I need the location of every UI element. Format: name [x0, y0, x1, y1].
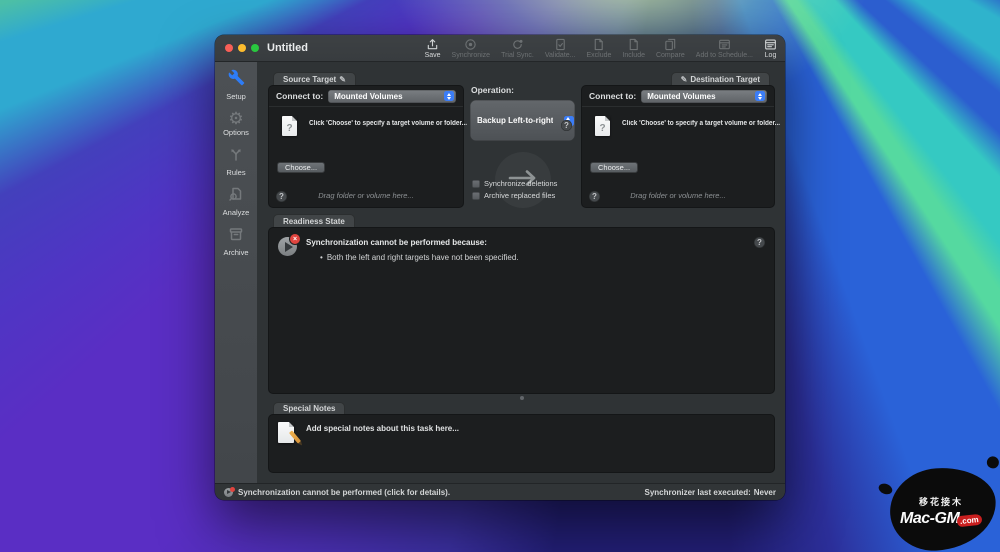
- readiness-help-button[interactable]: ?: [754, 237, 765, 248]
- branch-icon: [228, 146, 244, 167]
- watermark-cjk-text: 移花接木: [900, 495, 982, 508]
- edit-pencil-icon[interactable]: ✎: [681, 75, 688, 84]
- splitter-handle-icon: [520, 396, 524, 400]
- save-button[interactable]: Save: [425, 38, 441, 59]
- checkbox-icon: [472, 192, 480, 200]
- sidebar-item-options[interactable]: ⚙ Options: [215, 110, 257, 137]
- source-drop-well[interactable]: ? Click 'Choose' to specify a target vol…: [269, 107, 463, 207]
- error-badge-icon: ×: [290, 234, 300, 244]
- synchronize-icon: [464, 38, 477, 51]
- sidebar-item-archive[interactable]: Archive: [215, 226, 257, 257]
- operation-label: Operation:: [471, 85, 575, 95]
- readiness-state-panel: × Synchronization cannot be performed be…: [268, 227, 775, 394]
- connect-to-label: Connect to:: [589, 91, 636, 101]
- connect-to-label: Connect to:: [276, 91, 323, 101]
- titlebar: Untitled Save Synchronize Trial Sync. Va…: [215, 35, 785, 62]
- destination-target-section: ✎ Destination Target Connect to: Mounted…: [581, 72, 775, 208]
- include-button: Include: [622, 38, 645, 59]
- log-icon: [764, 38, 777, 51]
- last-executed-status: Synchronizer last executed: Never: [644, 488, 776, 497]
- sidebar-item-setup[interactable]: Setup: [215, 69, 257, 101]
- validate-icon: [554, 38, 567, 51]
- trial-sync-icon: [511, 38, 524, 51]
- destination-choose-button[interactable]: Choose...: [590, 162, 638, 173]
- synchronize-button: Synchronize: [452, 38, 491, 59]
- minimize-button[interactable]: [238, 44, 246, 52]
- traffic-lights: [225, 44, 259, 52]
- destination-target-panel: Connect to: Mounted Volumes ? Click 'Cho…: [581, 85, 775, 208]
- source-target-section: Source Target ✎ Connect to: Mounted Volu…: [268, 72, 464, 208]
- compare-icon: [664, 38, 677, 51]
- add-to-schedule-button: Add to Schedule...: [696, 38, 753, 59]
- analyze-icon: [228, 186, 244, 207]
- source-hint: Click 'Choose' to specify a target volum…: [309, 120, 467, 127]
- destination-drop-well[interactable]: ? Click 'Choose' to specify a target vol…: [582, 107, 774, 207]
- exclude-button: Exclude: [587, 38, 612, 59]
- destination-hint: Click 'Choose' to specify a target volum…: [622, 120, 780, 127]
- pane-splitter[interactable]: [268, 394, 775, 402]
- special-notes-tab: Special Notes: [273, 402, 345, 414]
- destination-connect-dropdown[interactable]: Mounted Volumes: [641, 90, 767, 103]
- special-notes-editor[interactable]: Add special notes about this task here..…: [268, 414, 775, 473]
- operation-section: Operation: Backup Left-to-right ?: [464, 72, 581, 208]
- readiness-reason: • Both the left and right targets have n…: [320, 253, 519, 262]
- zoom-button[interactable]: [251, 44, 259, 52]
- wrench-icon: [228, 69, 245, 91]
- notes-placeholder: Add special notes about this task here..…: [306, 424, 459, 433]
- desktop-wallpaper: Untitled Save Synchronize Trial Sync. Va…: [0, 0, 1000, 552]
- notes-document-icon: [278, 422, 294, 443]
- sidebar-item-analyze[interactable]: Analyze: [215, 186, 257, 217]
- archive-box-icon: [228, 226, 244, 247]
- close-button[interactable]: [225, 44, 233, 52]
- destination-drag-hint: Drag folder or volume here...: [582, 191, 774, 200]
- status-bar: Synchronization cannot be performed (cli…: [215, 483, 785, 500]
- app-window: Untitled Save Synchronize Trial Sync. Va…: [215, 35, 785, 500]
- compare-button: Compare: [656, 38, 685, 59]
- watermark-tld: .com: [957, 513, 983, 527]
- dropdown-stepper-icon: [444, 91, 454, 101]
- synchronize-deletions-checkbox[interactable]: Synchronize deletions: [472, 179, 557, 188]
- setup-pane: Source Target ✎ Connect to: Mounted Volu…: [257, 62, 785, 483]
- dropdown-stepper-icon: [755, 91, 765, 101]
- source-target-panel: Connect to: Mounted Volumes ? Click 'Cho…: [268, 85, 464, 208]
- unknown-document-icon: ?: [282, 116, 297, 136]
- exclude-icon: [592, 38, 605, 51]
- status-message[interactable]: Synchronization cannot be performed (cli…: [238, 488, 450, 497]
- include-icon: [627, 38, 640, 51]
- gear-icon: ⚙: [228, 110, 243, 127]
- operation-dropdown[interactable]: Backup Left-to-right: [470, 100, 575, 141]
- source-drag-hint: Drag folder or volume here...: [269, 191, 463, 200]
- source-choose-button[interactable]: Choose...: [277, 162, 325, 173]
- readiness-state-section: Readiness State × Synchronization cannot…: [268, 214, 775, 394]
- source-connect-dropdown[interactable]: Mounted Volumes: [328, 90, 456, 103]
- save-icon: [426, 38, 439, 51]
- validate-button: Validate...: [545, 38, 576, 59]
- log-button[interactable]: Log: [764, 38, 777, 59]
- sidebar: Setup ⚙ Options Rules Analyze Archive: [215, 62, 257, 483]
- archive-replaced-files-checkbox[interactable]: Archive replaced files: [472, 191, 557, 200]
- readiness-message: Synchronization cannot be performed beca…: [306, 238, 487, 247]
- trial-sync-button: Trial Sync.: [501, 38, 534, 59]
- window-title: Untitled: [267, 42, 308, 54]
- operation-help-button[interactable]: ?: [561, 120, 572, 131]
- toolbar: Save Synchronize Trial Sync. Validate...…: [425, 38, 777, 59]
- destination-target-tab: ✎ Destination Target: [671, 72, 770, 85]
- sync-blocked-mini-icon: [224, 488, 233, 497]
- edit-pencil-icon[interactable]: ✎: [339, 75, 346, 84]
- source-target-tab: Source Target ✎: [273, 72, 356, 85]
- special-notes-section: Special Notes Add special notes about th…: [268, 402, 775, 473]
- bullet-icon: •: [320, 253, 323, 262]
- site-watermark: 移花接木 Mac-GM .com: [882, 462, 1000, 552]
- readiness-state-tab: Readiness State: [273, 214, 355, 227]
- add-to-schedule-icon: [718, 38, 731, 51]
- sync-blocked-icon: ×: [278, 237, 297, 256]
- unknown-document-icon: ?: [595, 116, 610, 136]
- watermark-brand: Mac-GM: [900, 510, 959, 528]
- sidebar-item-rules[interactable]: Rules: [215, 146, 257, 177]
- checkbox-icon: [472, 180, 480, 188]
